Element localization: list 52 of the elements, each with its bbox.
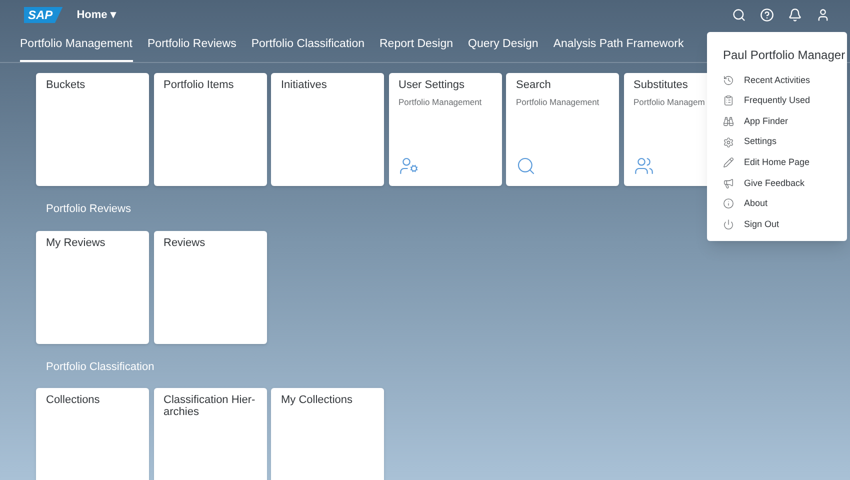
logo[interactable]: SAP <box>24 7 63 23</box>
tile-subtitle: Portfolio Management <box>398 96 483 109</box>
nav-tab[interactable]: Portfolio Classification <box>251 36 364 62</box>
megaphone-icon <box>723 178 734 189</box>
tile-title: User Settings <box>398 79 466 92</box>
info-icon <box>723 198 734 210</box>
user-icon[interactable] <box>816 8 830 22</box>
tile-title: My Collections <box>281 394 354 406</box>
app-tile[interactable]: Classification Hier-archies <box>154 388 266 480</box>
user-gear-icon <box>398 156 418 176</box>
home-menu-button[interactable]: Home ▾ <box>76 6 116 24</box>
tile-title: Buckets <box>46 79 86 92</box>
user-name: Paul Portfolio Manager <box>722 47 846 64</box>
app-tile[interactable]: My Reviews <box>36 230 149 344</box>
menu-item[interactable]: About <box>707 194 847 214</box>
tile-title: Collections <box>46 394 101 406</box>
settings-icon <box>723 136 734 148</box>
tile-title: Substitutes <box>634 79 689 92</box>
menu-item[interactable]: Sign Out <box>707 214 847 235</box>
tile-title: My Reviews <box>46 236 106 249</box>
app-tile[interactable]: Collections <box>36 388 149 480</box>
tile-title: Initiatives <box>281 79 328 92</box>
app-tile[interactable]: Reviews <box>154 230 266 344</box>
app-tile[interactable]: Portfolio Items <box>154 73 266 186</box>
tile-title: Search <box>516 79 552 92</box>
power-icon <box>723 218 734 230</box>
tile-title: Classification Hier-archies <box>164 394 256 418</box>
users-icon <box>634 156 654 176</box>
tile-subtitle: Portfolio Management <box>516 96 600 109</box>
history-icon <box>723 74 734 86</box>
pencil-icon <box>723 157 734 168</box>
bell-icon[interactable] <box>788 8 802 22</box>
clipboard-icon <box>723 95 734 106</box>
app-tile[interactable]: Buckets <box>36 73 149 186</box>
app-tile[interactable]: My Collections <box>271 388 384 480</box>
nav-tab[interactable]: Analysis Path Framework <box>553 36 684 62</box>
nav-tab[interactable]: Portfolio Reviews <box>148 36 236 62</box>
binoculars-icon <box>723 116 734 127</box>
app-tile[interactable]: Search Portfolio Management <box>506 73 619 186</box>
app-tile[interactable]: User Settings Portfolio Management <box>388 73 502 186</box>
search-icon <box>516 156 536 176</box>
app-tile[interactable]: Initiatives <box>271 73 384 186</box>
nav-tab[interactable]: Portfolio Management <box>20 36 133 62</box>
nav-tab[interactable]: Query Design <box>468 36 538 62</box>
group-title: Portfolio Reviews <box>46 202 131 218</box>
tile-title: Portfolio Items <box>164 79 235 92</box>
group-title: Portfolio Classification <box>46 360 154 375</box>
tile-subtitle: Portfolio Managem <box>634 96 706 109</box>
nav-tab[interactable]: Report Design <box>380 36 454 62</box>
tile-title: Reviews <box>164 236 206 249</box>
search-icon[interactable] <box>732 8 746 22</box>
help-icon[interactable] <box>760 8 774 22</box>
